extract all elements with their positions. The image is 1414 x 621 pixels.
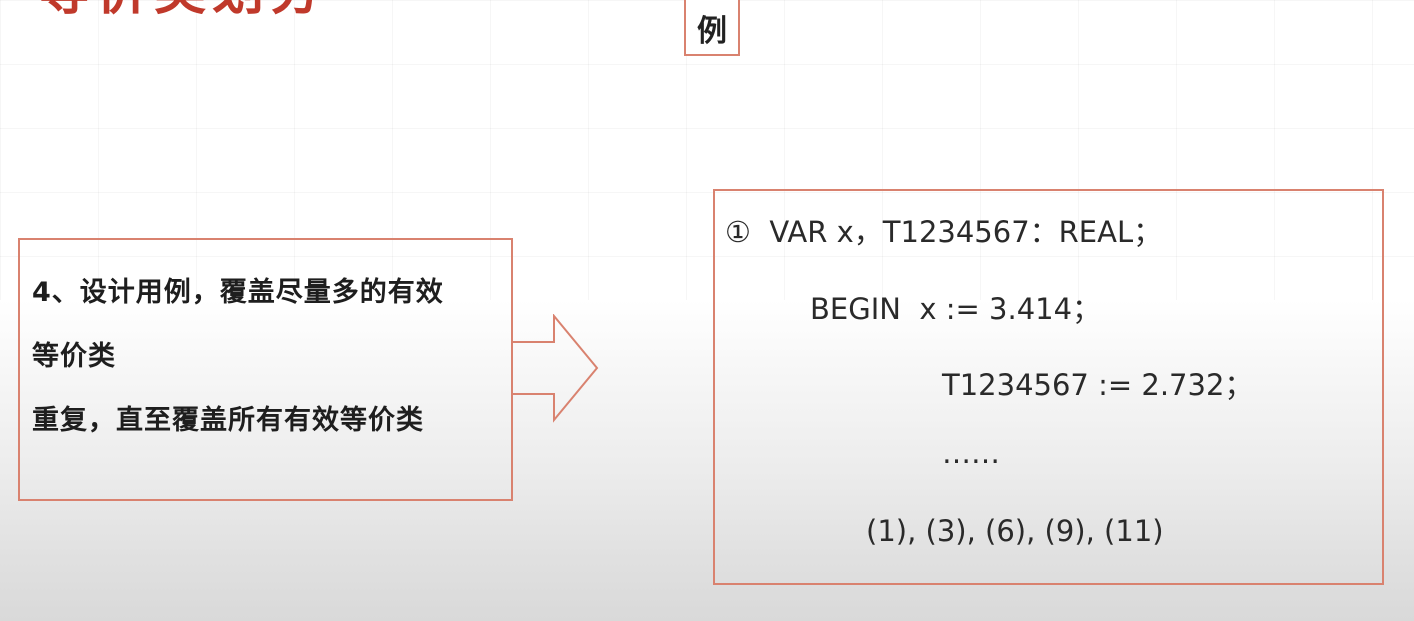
code-line-declaration: ① VAR x，T1234567：REAL； [725,215,1163,249]
code-line-ellipsis: …… [942,436,1000,470]
code-line-begin: BEGIN x := 3.414； [810,292,1102,326]
example-label: 例 [684,0,740,56]
covered-classes: (1), (3), (6), (9), (11) [866,514,1164,548]
step-text-line-3: 重复，直至覆盖所有有效等价类 [32,405,424,436]
slide-title: 等价类划分 [38,0,328,18]
right-arrow-icon [511,314,599,423]
step-box: 4、设计用例，覆盖尽量多的有效 等价类 重复，直至覆盖所有有效等价类 [18,238,513,501]
step-text-line-2: 等价类 [32,341,116,372]
example-code-box: ① VAR x，T1234567：REAL； BEGIN x := 3.414；… [713,189,1384,585]
code-line-assignment: T1234567 := 2.732； [942,368,1254,402]
step-text-line-1: 4、设计用例，覆盖尽量多的有效 [32,277,444,308]
